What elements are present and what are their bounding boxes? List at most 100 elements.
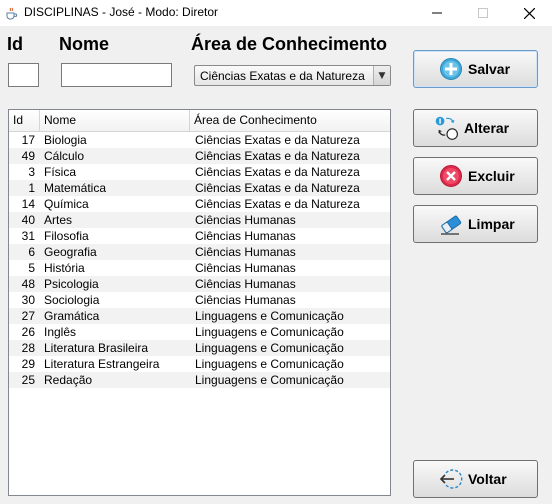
cell-area: Linguagens e Comunicação	[195, 373, 344, 387]
cell-id: 3	[28, 165, 35, 179]
title-bar: DISCIPLINAS - José - Modo: Diretor	[0, 0, 552, 26]
cell-id: 30	[21, 293, 35, 307]
excluir-button[interactable]: Excluir	[413, 157, 538, 195]
limpar-button[interactable]: Limpar	[413, 205, 538, 243]
cell-id: 27	[21, 309, 35, 323]
id-label: Id	[7, 34, 23, 54]
alterar-button[interactable]: Alterar	[413, 109, 538, 147]
area-label: Área de Conhecimento	[191, 34, 388, 54]
cell-area: Ciências Exatas e da Natureza	[195, 197, 360, 211]
table-row[interactable]: 17 Biologia Ciências Exatas e da Natureza	[9, 132, 390, 148]
alterar-label: Alterar	[464, 120, 510, 136]
area-combobox[interactable]: Ciências Exatas e da Natureza ▼	[194, 65, 391, 86]
plus-circle-icon	[438, 56, 464, 82]
area-selected-value: Ciências Exatas e da Natureza	[200, 69, 365, 83]
dropdown-arrow-icon[interactable]: ▼	[373, 66, 390, 85]
cell-nome: Literatura Brasileira	[44, 341, 149, 355]
cell-id: 25	[21, 373, 35, 387]
cell-id: 40	[21, 213, 35, 227]
salvar-button[interactable]: Salvar	[413, 50, 538, 88]
voltar-label: Voltar	[468, 471, 507, 487]
cell-nome: Biologia	[44, 133, 87, 147]
column-header-nome[interactable]: Nome	[40, 110, 190, 131]
cell-id: 26	[21, 325, 35, 339]
cell-nome: Artes	[44, 213, 73, 227]
cell-nome: Geografia	[44, 245, 97, 259]
excluir-label: Excluir	[468, 168, 515, 184]
cell-area: Ciências Exatas e da Natureza	[195, 133, 360, 147]
cell-area: Ciências Humanas	[195, 213, 296, 227]
cell-id: 14	[21, 197, 35, 211]
limpar-label: Limpar	[468, 216, 515, 232]
cell-nome: Física	[44, 165, 77, 179]
table-row[interactable]: 27 Gramática Linguagens e Comunicação	[9, 308, 390, 324]
table-row[interactable]: 1 Matemática Ciências Exatas e da Natureza	[9, 180, 390, 196]
cell-id: 31	[21, 229, 35, 243]
cell-id: 17	[21, 133, 35, 147]
table-row[interactable]: 5 História Ciências Humanas	[9, 260, 390, 276]
column-header-area[interactable]: Área de Conhecimento	[190, 110, 390, 131]
window-title: DISCIPLINAS - José - Modo: Diretor	[24, 5, 219, 19]
cell-area: Linguagens e Comunicação	[195, 341, 344, 355]
table-row[interactable]: 3 Física Ciências Exatas e da Natureza	[9, 164, 390, 180]
cell-nome: Redação	[44, 373, 93, 387]
column-header-id[interactable]: Id	[9, 110, 40, 131]
table-row[interactable]: 31 Filosofia Ciências Humanas	[9, 228, 390, 244]
nome-label: Nome	[59, 34, 110, 54]
swap-edit-icon	[434, 115, 460, 141]
cell-id: 6	[28, 245, 35, 259]
cell-nome: Inglês	[44, 325, 77, 339]
java-cup-icon	[4, 5, 18, 20]
cell-area: Ciências Exatas e da Natureza	[195, 181, 360, 195]
cell-id: 48	[21, 277, 35, 291]
table-row[interactable]: 48 Psicologia Ciências Humanas	[9, 276, 390, 292]
voltar-button[interactable]: Voltar	[413, 460, 538, 498]
cell-nome: Gramática	[44, 309, 100, 323]
cell-area: Ciências Humanas	[195, 293, 296, 307]
table-row[interactable]: 40 Artes Ciências Humanas	[9, 212, 390, 228]
cell-id: 5	[28, 261, 35, 275]
cell-nome: Literatura Estrangeira	[44, 357, 160, 371]
close-icon	[523, 7, 535, 19]
cell-area: Ciências Humanas	[195, 229, 296, 243]
nome-field[interactable]	[62, 64, 171, 86]
eraser-icon	[438, 211, 464, 237]
salvar-label: Salvar	[468, 61, 511, 77]
cell-area: Ciências Humanas	[195, 245, 296, 259]
table-row[interactable]: 49 Cálculo Ciências Exatas e da Natureza	[9, 148, 390, 164]
id-field-box	[8, 63, 39, 87]
table-row[interactable]: 14 Química Ciências Exatas e da Natureza	[9, 196, 390, 212]
table-row[interactable]: 26 Inglês Linguagens e Comunicação	[9, 324, 390, 340]
cell-nome: Psicologia	[44, 277, 99, 291]
cell-nome: Cálculo	[44, 149, 85, 163]
cell-area: Ciências Humanas	[195, 261, 296, 275]
cell-id: 28	[21, 341, 35, 355]
cell-area: Ciências Exatas e da Natureza	[195, 165, 360, 179]
back-arrow-icon	[438, 466, 464, 492]
table-row[interactable]: 28 Literatura Brasileira Linguagens e Comu…	[9, 340, 390, 356]
cell-id: 29	[21, 357, 35, 371]
cell-nome: Filosofia	[44, 229, 89, 243]
cell-area: Ciências Humanas	[195, 277, 296, 291]
cell-nome: História	[44, 261, 85, 275]
maximize-button	[460, 0, 506, 26]
cell-nome: Matemática	[44, 181, 107, 195]
table-row[interactable]: 30 Sociologia Ciências Humanas	[9, 292, 390, 308]
cell-area: Linguagens e Comunicação	[195, 357, 344, 371]
maximize-icon	[478, 8, 488, 18]
table-row[interactable]: 29 Literatura Estrangeira Linguagens e Com…	[9, 356, 390, 372]
cell-area: Ciências Exatas e da Natureza	[195, 149, 360, 163]
minimize-icon	[432, 12, 442, 14]
cell-area: Linguagens e Comunicação	[195, 325, 344, 339]
table-row[interactable]: 25 Redação Linguagens e Comunicação	[9, 372, 390, 388]
nome-field-box	[61, 63, 172, 87]
disciplinas-table: Id Nome Área de Conhecimento 17 Biologia C…	[8, 109, 391, 496]
table-row[interactable]: 6 Geografia Ciências Humanas	[9, 244, 390, 260]
cell-nome: Sociologia	[44, 293, 100, 307]
cell-nome: Química	[44, 197, 89, 211]
id-field[interactable]	[9, 64, 38, 86]
cell-id: 1	[28, 181, 35, 195]
close-button[interactable]	[506, 0, 552, 26]
cell-area: Linguagens e Comunicação	[195, 309, 344, 323]
minimize-button[interactable]	[414, 0, 460, 26]
